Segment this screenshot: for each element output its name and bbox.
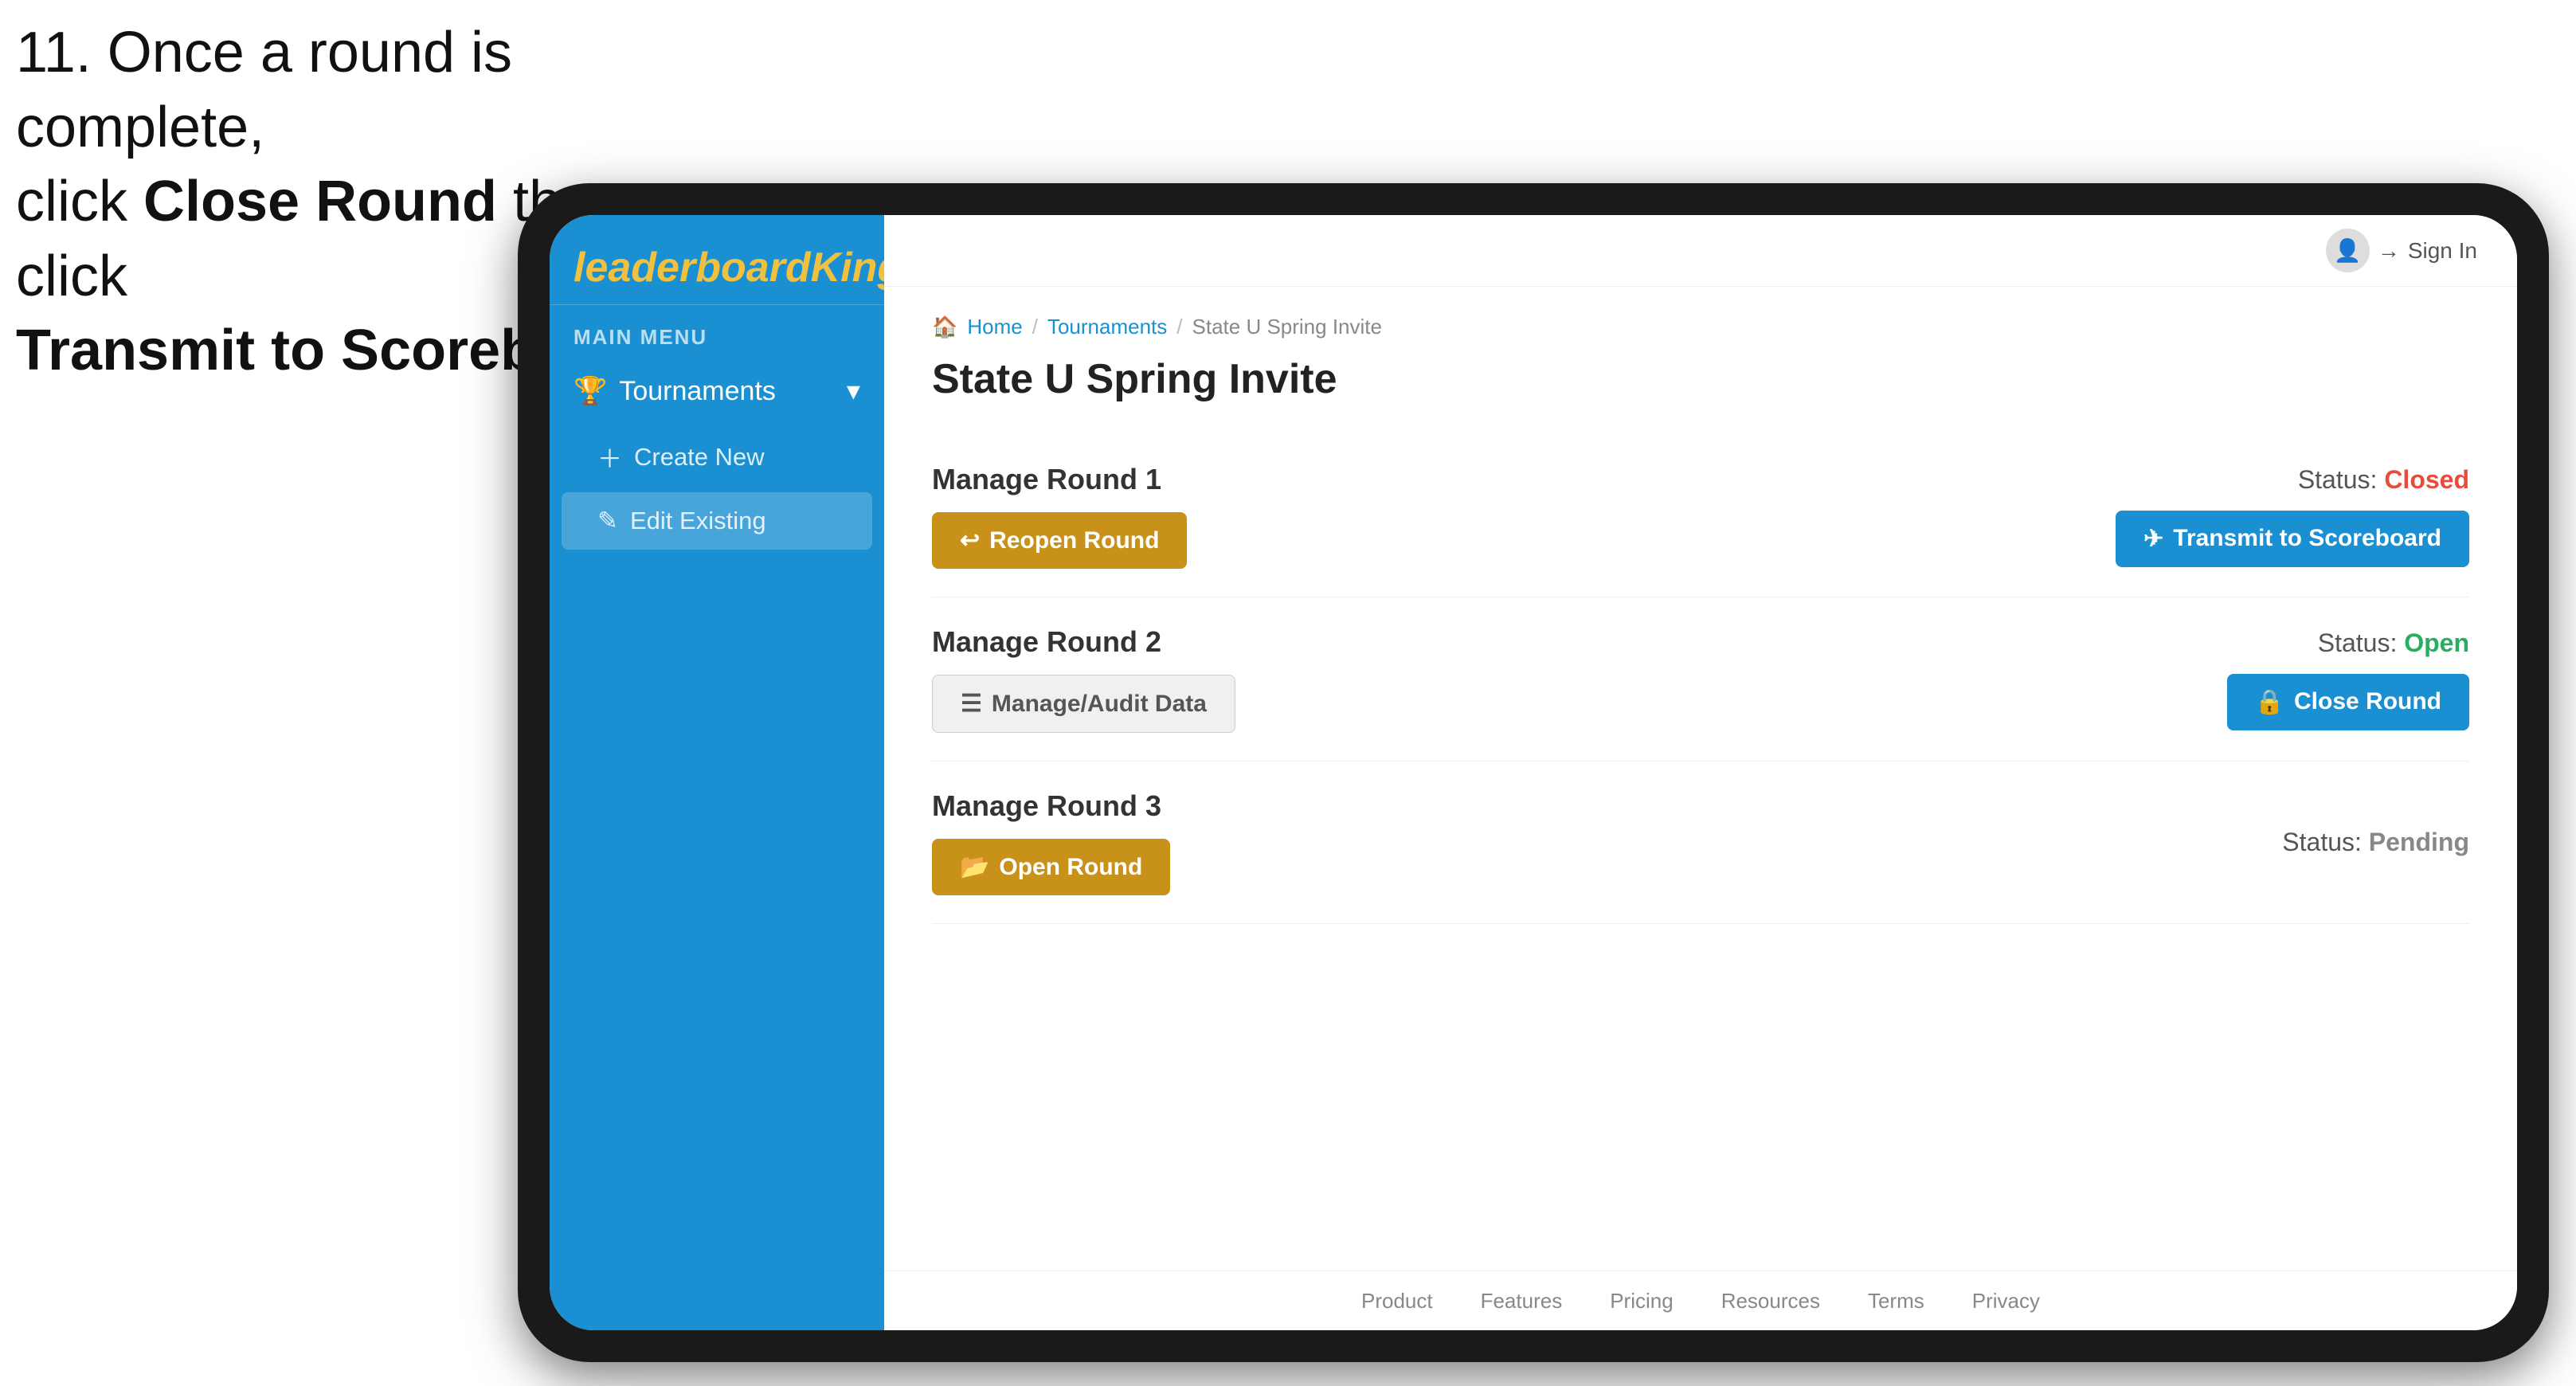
instruction-bold1: Close Round: [143, 170, 497, 233]
edit-icon: ✎: [597, 507, 618, 535]
nav-item-left: 🏆 Tournaments: [574, 375, 776, 407]
round-3-section: Manage Round 3 📂 Open Round Status: Pend…: [932, 762, 2469, 924]
footer-terms[interactable]: Terms: [1868, 1289, 1924, 1314]
tournaments-label: Tournaments: [619, 376, 776, 407]
sidebar-logo: leaderboardKing: [550, 215, 884, 305]
user-avatar-icon: 👤: [2326, 229, 2370, 272]
breadcrumb-tournaments[interactable]: Tournaments: [1047, 315, 1167, 339]
transmit-icon: ✈: [2143, 525, 2163, 553]
sidebar-item-edit-existing[interactable]: ✎ Edit Existing: [562, 492, 872, 550]
round-3-right: Status: Pending: [2282, 828, 2469, 857]
tablet-device: leaderboardKing MAIN MENU 🏆 Tournaments …: [518, 183, 2549, 1362]
round-3-status-value: Pending: [2369, 828, 2469, 856]
content-area: 🏠 Home / Tournaments / State U Spring In…: [884, 287, 2517, 1270]
reopen-icon: ↩: [960, 527, 980, 554]
home-icon: 🏠: [932, 315, 957, 339]
main-content: 👤 → Sign In 🏠 Home / Tournaments / State: [884, 215, 2517, 1330]
open-round-button[interactable]: 📂 Open Round: [932, 839, 1170, 895]
main-menu-label: MAIN MENU: [550, 305, 884, 358]
transmit-to-scoreboard-button[interactable]: ✈ Transmit to Scoreboard: [2116, 511, 2469, 567]
round-3-title: Manage Round 3: [932, 789, 1170, 823]
manage-audit-data-button[interactable]: ☰ Manage/Audit Data: [932, 675, 1235, 733]
sidebar: leaderboardKing MAIN MENU 🏆 Tournaments …: [550, 215, 884, 1330]
round-1-left: Manage Round 1 ↩ Reopen Round: [932, 463, 1187, 569]
round-1-status: Status: Closed: [2298, 465, 2469, 495]
reopen-round-button[interactable]: ↩ Reopen Round: [932, 512, 1187, 569]
footer-privacy[interactable]: Privacy: [1972, 1289, 2040, 1314]
round-2-right: Status: Open 🔒 Close Round: [2227, 628, 2469, 730]
open-round-label: Open Round: [999, 854, 1142, 881]
logo-plain: leaderboard: [574, 245, 811, 291]
manage-audit-label: Manage/Audit Data: [992, 691, 1207, 718]
breadcrumb: 🏠 Home / Tournaments / State U Spring In…: [932, 315, 2469, 339]
chevron-down-icon: ▾: [847, 375, 860, 407]
page-title: State U Spring Invite: [932, 355, 2469, 403]
breadcrumb-current: State U Spring Invite: [1192, 315, 1382, 339]
trophy-icon: 🏆: [574, 375, 607, 407]
app-footer: Product Features Pricing Resources Terms…: [884, 1270, 2517, 1330]
create-new-label: Create New: [634, 443, 765, 472]
round-2-status-value: Open: [2404, 628, 2469, 657]
round-1-section: Manage Round 1 ↩ Reopen Round Status: Cl…: [932, 435, 2469, 597]
sign-in-button[interactable]: 👤 → Sign In: [2326, 229, 2477, 272]
audit-icon: ☰: [961, 690, 982, 718]
breadcrumb-home[interactable]: Home: [967, 315, 1022, 339]
round-1-status-value: Closed: [2384, 465, 2469, 494]
footer-features[interactable]: Features: [1481, 1289, 1563, 1314]
instruction-line2: click: [16, 170, 143, 233]
open-icon: 📂: [960, 853, 989, 881]
close-round-label: Close Round: [2294, 688, 2441, 715]
app-layout: leaderboardKing MAIN MENU 🏆 Tournaments …: [550, 215, 2517, 1330]
round-3-status: Status: Pending: [2282, 828, 2469, 857]
sign-in-text: Sign In: [2408, 238, 2477, 264]
reopen-round-label: Reopen Round: [989, 527, 1159, 554]
footer-pricing[interactable]: Pricing: [1610, 1289, 1673, 1314]
app-header: 👤 → Sign In: [884, 215, 2517, 287]
plus-icon: ＋: [597, 439, 622, 475]
round-2-status: Status: Open: [2318, 628, 2469, 658]
round-2-section: Manage Round 2 ☰ Manage/Audit Data Statu…: [932, 597, 2469, 762]
footer-resources[interactable]: Resources: [1721, 1289, 1820, 1314]
logo: leaderboardKing: [574, 247, 860, 288]
close-round-button[interactable]: 🔒 Close Round: [2227, 674, 2469, 730]
instruction-line1: 11. Once a round is complete,: [16, 21, 512, 159]
round-2-status-label: Status:: [2318, 628, 2398, 657]
round-3-left: Manage Round 3 📂 Open Round: [932, 789, 1170, 895]
round-2-title: Manage Round 2: [932, 625, 1235, 659]
breadcrumb-sep-1: /: [1032, 315, 1038, 339]
round-3-status-label: Status:: [2282, 828, 2362, 856]
breadcrumb-sep-2: /: [1176, 315, 1182, 339]
round-1-status-label: Status:: [2298, 465, 2378, 494]
sign-in-label: →: [2378, 238, 2400, 264]
round-2-left: Manage Round 2 ☰ Manage/Audit Data: [932, 625, 1235, 733]
close-icon: 🔒: [2255, 688, 2284, 716]
edit-existing-label: Edit Existing: [630, 507, 766, 535]
sidebar-nav: 🏆 Tournaments ▾ ＋ Create New ✎ Edit Exis…: [550, 358, 884, 1330]
transmit-label: Transmit to Scoreboard: [2173, 525, 2441, 552]
round-1-right: Status: Closed ✈ Transmit to Scoreboard: [2116, 465, 2469, 567]
round-1-title: Manage Round 1: [932, 463, 1187, 496]
sidebar-item-tournaments[interactable]: 🏆 Tournaments ▾: [550, 358, 884, 425]
footer-product[interactable]: Product: [1361, 1289, 1433, 1314]
tablet-screen: leaderboardKing MAIN MENU 🏆 Tournaments …: [550, 215, 2517, 1330]
sidebar-item-create-new[interactable]: ＋ Create New: [550, 425, 884, 489]
